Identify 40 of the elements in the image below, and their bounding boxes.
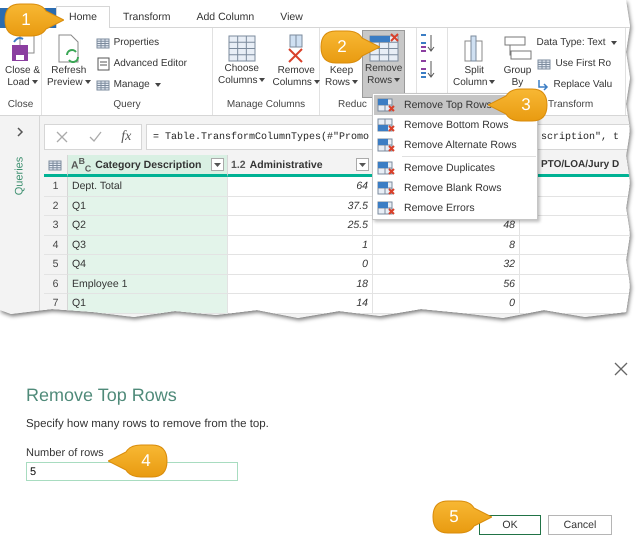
table-cell: Q4 (68, 255, 228, 274)
column-name: Category Description (95, 158, 202, 170)
table-cell: 1 (228, 236, 373, 255)
table-cell: 18 (228, 274, 373, 294)
step-tooltip: 1 (4, 3, 64, 37)
table-cell: 14 (228, 294, 373, 314)
table-cell: 8 (373, 236, 520, 255)
table-cell: Q1 (68, 294, 228, 314)
step-tooltip: 4 (108, 444, 168, 478)
group-label: Query (112, 99, 142, 112)
row-number: 3 (44, 216, 68, 236)
table-cell: 56 (373, 274, 520, 294)
step-tooltip: 5 (432, 500, 492, 534)
dialog-description: Specify how many rows to remove from the top. (26, 418, 270, 430)
table-cell: 0 (228, 255, 373, 274)
table-cell: Q3 (68, 236, 228, 255)
table-cell: Employee 1 (68, 274, 228, 294)
column-name: PTO/LOA/Jury D (540, 159, 620, 170)
row-number: 2 (44, 196, 68, 216)
formula-text: = Table.TransformColumnTypes(#"Promo (153, 132, 370, 142)
row-number: 1 (44, 177, 68, 196)
row-number: 5 (44, 255, 68, 274)
table-cell: 32 (373, 255, 520, 274)
table-cell: 37.5 (228, 196, 373, 216)
group-label: Reduc (338, 99, 367, 112)
group-label: Manage Columns (226, 99, 306, 112)
type-label: 1.2 (231, 158, 246, 170)
table-cell: 0 (373, 294, 520, 314)
formula-text: scription", t (541, 132, 620, 142)
row-number: 6 (44, 274, 68, 294)
table-cell: Q2 (68, 216, 228, 236)
step-tooltip: 2 (320, 30, 380, 64)
table-cell: Q1 (68, 196, 228, 216)
column-name: Administrative (250, 158, 324, 170)
table-cell: Dept. Total (68, 177, 228, 196)
dialog-title: Remove Top Rows (26, 385, 178, 406)
group-label: Transform (548, 99, 594, 112)
field-label: Number of rows (26, 447, 105, 459)
group-label: Close (6, 99, 34, 112)
row-number: 4 (44, 236, 68, 255)
